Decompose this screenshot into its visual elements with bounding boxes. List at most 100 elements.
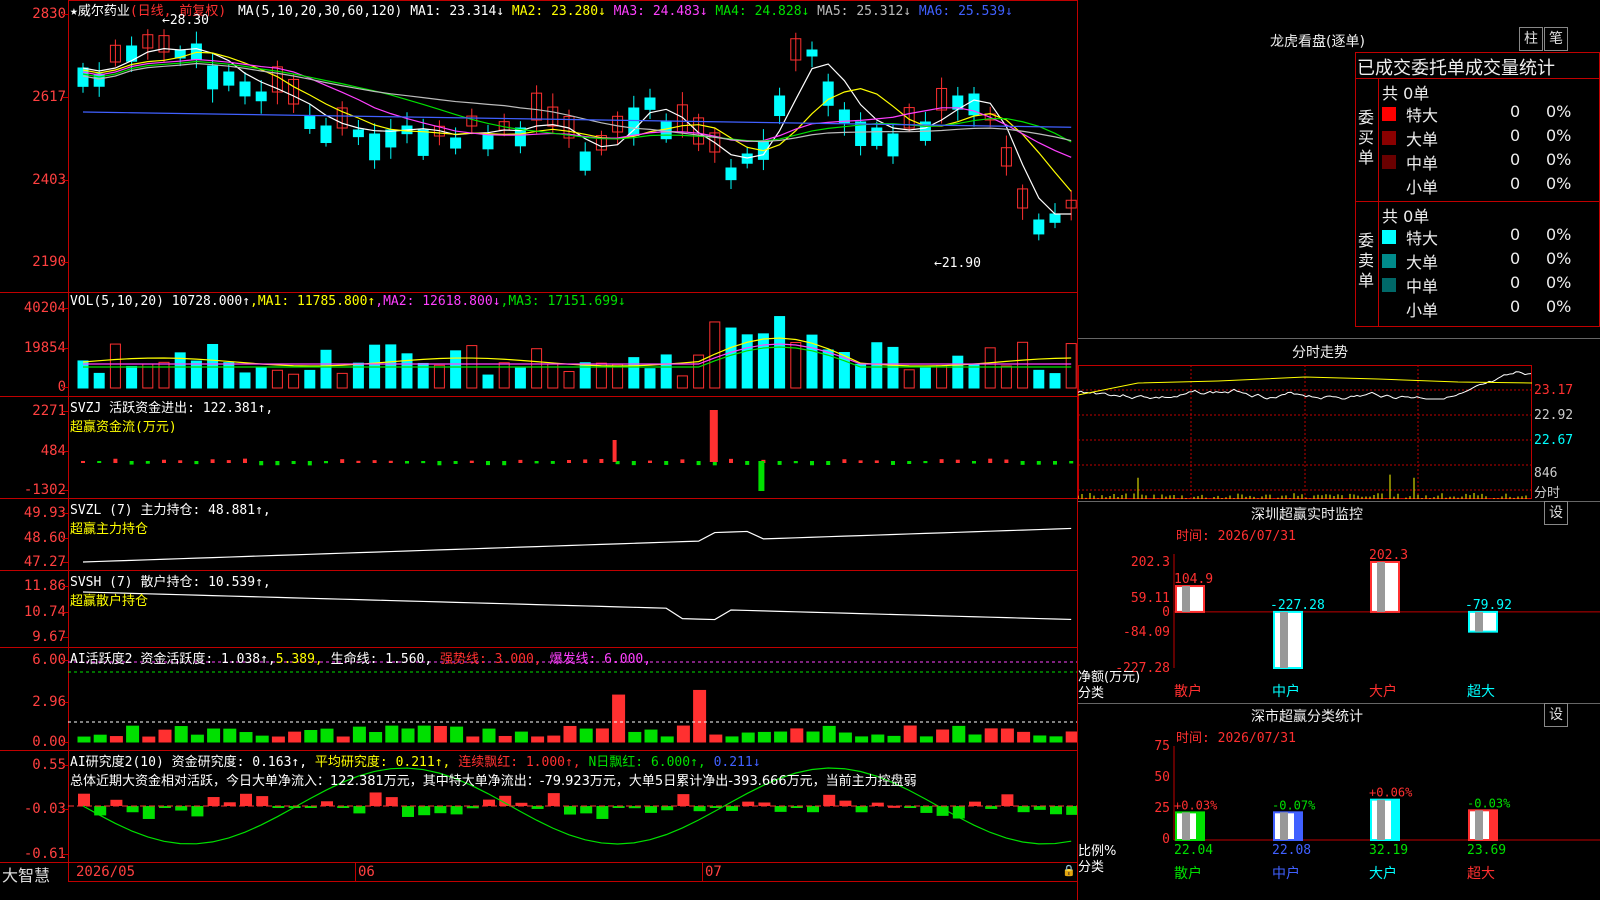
volume-bar (239, 372, 251, 389)
divider (1378, 78, 1379, 327)
fund-flow-bar (631, 461, 636, 466)
bar-value-label: -79.92 (1465, 598, 1512, 613)
activity-bar (142, 736, 156, 743)
fund-flow-bar (388, 460, 393, 463)
svzl-ytick: 47.27 (23, 554, 66, 570)
intraday-ytick: 22.67 (1534, 433, 1574, 448)
fund-flow-spike (612, 440, 617, 462)
svsh-name: 散户持仓: (140, 575, 201, 590)
fund-flow-bar (226, 460, 231, 463)
volume-bar (725, 327, 737, 389)
class-delta-label: -0.03% (1467, 796, 1511, 810)
candle (887, 133, 899, 157)
research-bar (240, 793, 252, 806)
vol-value: 10728.000↑ (171, 294, 251, 309)
volume-bar (887, 346, 899, 389)
fund-flow-bar (113, 458, 118, 463)
ai1-t4: 强势线: (440, 652, 487, 667)
sell-side-label: 委卖单 (1358, 231, 1375, 290)
activity-bar (855, 736, 869, 743)
activity-bar (369, 731, 383, 743)
research-bar (564, 806, 576, 815)
svsh-value: 10.539↑, (208, 575, 271, 590)
svsh-ytick: 11.86 (23, 578, 66, 594)
svzj-name: 活跃资金进出: (109, 401, 195, 416)
volume-bar (612, 363, 624, 389)
volume-bar (320, 349, 332, 389)
intraday-chart[interactable] (1078, 365, 1532, 499)
candle (304, 115, 316, 130)
main-chart-svg[interactable] (68, 0, 1078, 882)
bar-shade (1377, 562, 1385, 612)
bar-shade (1182, 812, 1190, 840)
buy-row-swatch (1382, 131, 1396, 145)
tick-mode-button[interactable]: 笔 (1544, 27, 1568, 51)
bar-group (1273, 610, 1303, 669)
ai2-label: AI研究度2(10) (70, 755, 164, 770)
activity-bar (693, 689, 707, 743)
activity-bar (401, 728, 415, 743)
bar-mode-button[interactable]: 柱 (1519, 27, 1543, 51)
activity-bar (774, 731, 788, 743)
activity-bar (466, 736, 480, 743)
activity-bar (158, 729, 172, 743)
research-bar (645, 806, 657, 813)
intraday-ytick: 23.17 (1534, 383, 1574, 398)
volume-bar (1017, 341, 1029, 389)
sell-row-count: 0 (1510, 297, 1521, 316)
fund-flow-bar (210, 459, 215, 463)
activity-bar (77, 736, 91, 743)
y-tick-label: 202.3 (1131, 555, 1170, 570)
volume-bar (1033, 369, 1045, 389)
candle (1033, 219, 1045, 235)
fund-flow-bar (372, 460, 377, 463)
volume-bar (288, 373, 300, 389)
buy-row-name: 特大 (1406, 106, 1439, 125)
lock-icon[interactable]: 🔒 (1062, 864, 1076, 877)
fund-flow-bar (259, 461, 264, 466)
fund-flow-bar (534, 461, 539, 464)
activity-bar (1033, 735, 1047, 743)
ai2-ytick: -0.61 (23, 846, 66, 862)
ai2-ytick: -0.03 (23, 801, 66, 817)
research-bar (110, 799, 123, 806)
class-category-label: 超大 (1467, 866, 1495, 882)
svzl-ytick: 48.60 (23, 530, 66, 546)
ai1-v2: 5.389, (275, 652, 323, 667)
volume-bar (790, 341, 802, 389)
research-bar (952, 806, 965, 819)
research-bar (418, 806, 431, 816)
y-tick-label: 0 (1162, 832, 1170, 847)
volume-bar (336, 372, 348, 389)
sz-settings-button[interactable]: 设 (1544, 501, 1568, 525)
activity-bar (320, 728, 334, 743)
buy-row-count: 0 (1510, 174, 1521, 193)
y-tick-label: -84.09 (1123, 625, 1170, 640)
ai2-v4: 6.000↑, (650, 755, 706, 770)
svsh-ytick: 9.67 (32, 629, 66, 645)
volume-bar (547, 363, 559, 389)
volume-bar (482, 374, 494, 389)
buy-row-swatch (1382, 179, 1396, 193)
x-tick (702, 862, 703, 882)
svzj-sub: 超赢资金流(万元) (70, 420, 177, 435)
fund-flow-bar (891, 461, 895, 465)
fund-flow-bar (972, 461, 976, 464)
activity-bar (1000, 728, 1014, 743)
svzl-sub: 超赢主力持仓 (70, 522, 149, 537)
class-delta-label: +0.06% (1369, 786, 1413, 800)
activity-bar (93, 734, 107, 743)
activity-bar (336, 736, 350, 743)
candle (417, 129, 429, 156)
y-tick-label: 50 (1154, 770, 1170, 785)
ai-research-header: AI研究度2(10) 资金研究度: 0.163↑, 平均研究度: 0.211↑,… (70, 751, 761, 770)
fund-flow-bar (97, 461, 102, 464)
volume-bar (709, 321, 721, 389)
class-category-label: 大户 (1369, 865, 1397, 882)
category-label: 散户 (1174, 683, 1202, 700)
class-settings-button[interactable]: 设 (1544, 703, 1568, 727)
svzl-name: 主力持仓: (140, 503, 201, 518)
ai2-v1: 0.163↑, (252, 755, 308, 770)
sz-monitor-title: 深圳超赢实时监控 (1251, 507, 1363, 523)
fund-flow-bar (729, 458, 733, 463)
